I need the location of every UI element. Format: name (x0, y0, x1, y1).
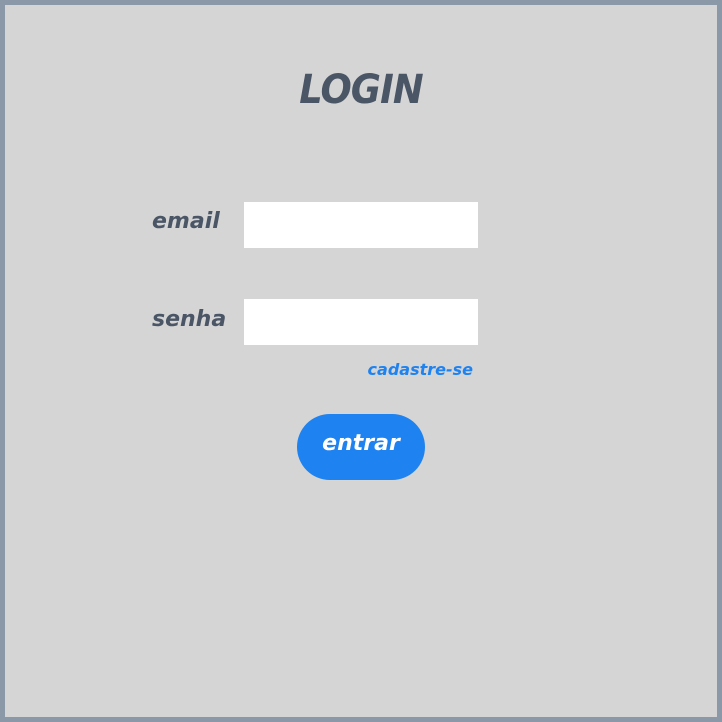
email-label: email (152, 209, 220, 234)
page-title: LOGIN (299, 67, 423, 113)
password-field[interactable] (244, 299, 478, 345)
email-field[interactable] (244, 202, 478, 248)
login-button[interactable]: entrar (297, 414, 425, 480)
password-label: senha (152, 307, 227, 332)
signup-link[interactable]: cadastre-se (368, 360, 473, 379)
login-panel: LOGIN email senha cadastre-se entrar (0, 0, 722, 722)
